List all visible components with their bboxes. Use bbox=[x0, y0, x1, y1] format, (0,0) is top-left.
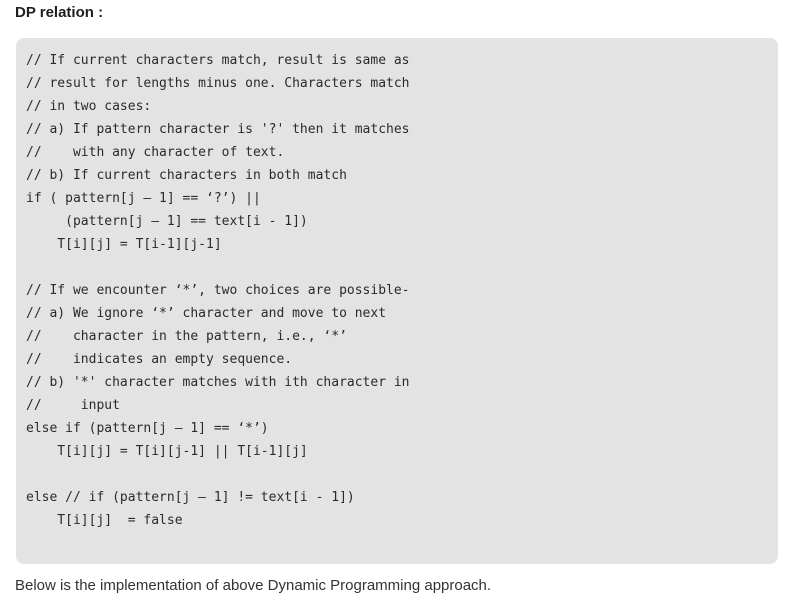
code-line: // a) We ignore ‘*’ character and move t… bbox=[26, 306, 387, 321]
code-line: (pattern[j – 1] == text[i - 1]) bbox=[26, 214, 308, 229]
code-line: // with any character of text. bbox=[26, 145, 285, 160]
code-line: // in two cases: bbox=[26, 99, 152, 114]
code-line: // b) If current characters in both matc… bbox=[26, 168, 347, 183]
code-line: // If we encounter ‘*’, two choices are … bbox=[26, 283, 410, 298]
code-line: T[i][j] = T[i][j-1] || T[i-1][j] bbox=[26, 444, 308, 459]
code-line: // character in the pattern, i.e., ‘*’ bbox=[26, 329, 347, 344]
code-line: // result for lengths minus one. Charact… bbox=[26, 76, 410, 91]
code-line: T[i][j] = T[i-1][j-1] bbox=[26, 237, 222, 252]
section-heading: DP relation : bbox=[15, 4, 104, 21]
code-line: // indicates an empty sequence. bbox=[26, 352, 293, 367]
code-line: // If current characters match, result i… bbox=[26, 53, 410, 68]
code-block: // If current characters match, result i… bbox=[16, 38, 778, 564]
code-line: T[i][j] = false bbox=[26, 513, 183, 528]
code-line: else // if (pattern[j – 1] != text[i - 1… bbox=[26, 490, 355, 505]
code-line: // a) If pattern character is '?' then i… bbox=[26, 122, 410, 137]
code-line: // input bbox=[26, 398, 120, 413]
code-line: if ( pattern[j – 1] == ‘?’) || bbox=[26, 191, 261, 206]
implementation-note: Below is the implementation of above Dyn… bbox=[15, 577, 492, 594]
code-line: // b) '*' character matches with ith cha… bbox=[26, 375, 410, 390]
code-line: else if (pattern[j – 1] == ‘*’) bbox=[26, 421, 269, 436]
